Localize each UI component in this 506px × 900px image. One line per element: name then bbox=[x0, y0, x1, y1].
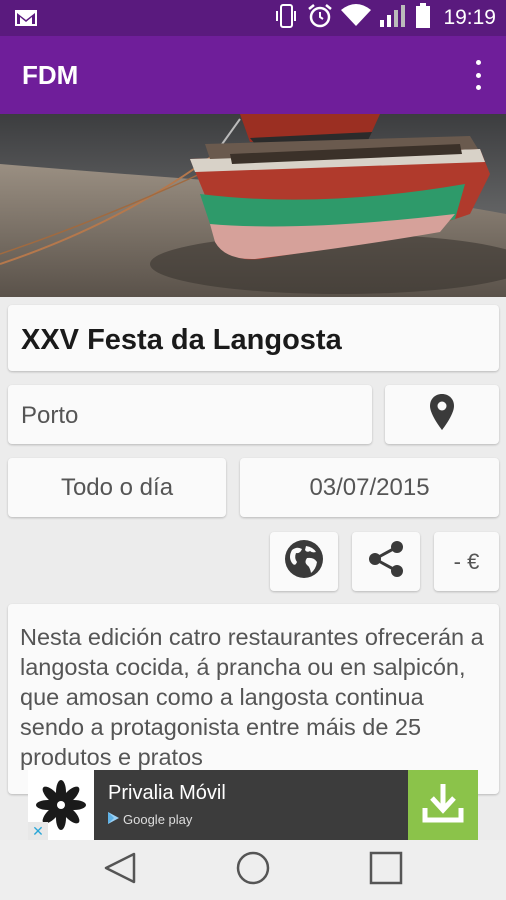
ad-banner[interactable]: Privalia Móvil Google play bbox=[28, 770, 478, 840]
price-card: - € bbox=[434, 532, 499, 591]
overflow-menu-icon[interactable] bbox=[472, 60, 484, 90]
location-card: Porto bbox=[8, 385, 372, 444]
app-bar: FDM bbox=[0, 36, 506, 114]
app-title: FDM bbox=[22, 60, 79, 90]
ad-store-label: Google play bbox=[123, 812, 193, 827]
back-icon bbox=[103, 851, 137, 890]
map-button[interactable] bbox=[385, 385, 499, 444]
signal-icon bbox=[379, 4, 407, 33]
status-bar: 19:19 bbox=[0, 0, 506, 36]
share-icon bbox=[367, 539, 405, 584]
event-price: - € bbox=[453, 548, 480, 574]
home-button[interactable] bbox=[233, 850, 273, 891]
time-card: Todo o día bbox=[8, 458, 226, 517]
status-time: 19:19 bbox=[443, 6, 496, 29]
description-card: Nesta edición catro restaurantes ofrecer… bbox=[8, 604, 499, 794]
date-card: 03/07/2015 bbox=[240, 458, 499, 517]
google-play-icon bbox=[108, 812, 119, 827]
vibrate-icon bbox=[273, 3, 299, 34]
event-title: XXV Festa da Langosta bbox=[21, 324, 342, 356]
event-description: Nesta edición catro restaurantes ofrecer… bbox=[20, 624, 484, 770]
ad-close-button[interactable]: ✕ bbox=[28, 822, 48, 840]
event-date: 03/07/2015 bbox=[309, 473, 430, 501]
event-photo bbox=[0, 114, 506, 297]
battery-icon bbox=[415, 2, 431, 34]
navigation-bar bbox=[0, 840, 506, 900]
ad-download-button[interactable] bbox=[408, 770, 478, 840]
event-title-card: XXV Festa da Langosta bbox=[8, 305, 499, 371]
ad-store: Google play bbox=[108, 812, 192, 827]
recents-icon bbox=[369, 851, 403, 890]
event-location: Porto bbox=[21, 402, 79, 429]
download-icon bbox=[420, 780, 466, 831]
globe-icon bbox=[283, 538, 325, 585]
website-button[interactable] bbox=[270, 532, 338, 591]
wifi-icon bbox=[341, 3, 372, 33]
home-icon bbox=[235, 850, 271, 891]
recents-button[interactable] bbox=[366, 851, 406, 890]
map-pin-icon bbox=[430, 394, 454, 435]
back-button[interactable] bbox=[100, 852, 140, 888]
gmail-icon bbox=[14, 8, 38, 33]
event-time: Todo o día bbox=[60, 473, 174, 501]
ad-title: Privalia Móvil bbox=[108, 782, 226, 804]
alarm-icon bbox=[307, 3, 333, 34]
share-button[interactable] bbox=[352, 532, 420, 591]
